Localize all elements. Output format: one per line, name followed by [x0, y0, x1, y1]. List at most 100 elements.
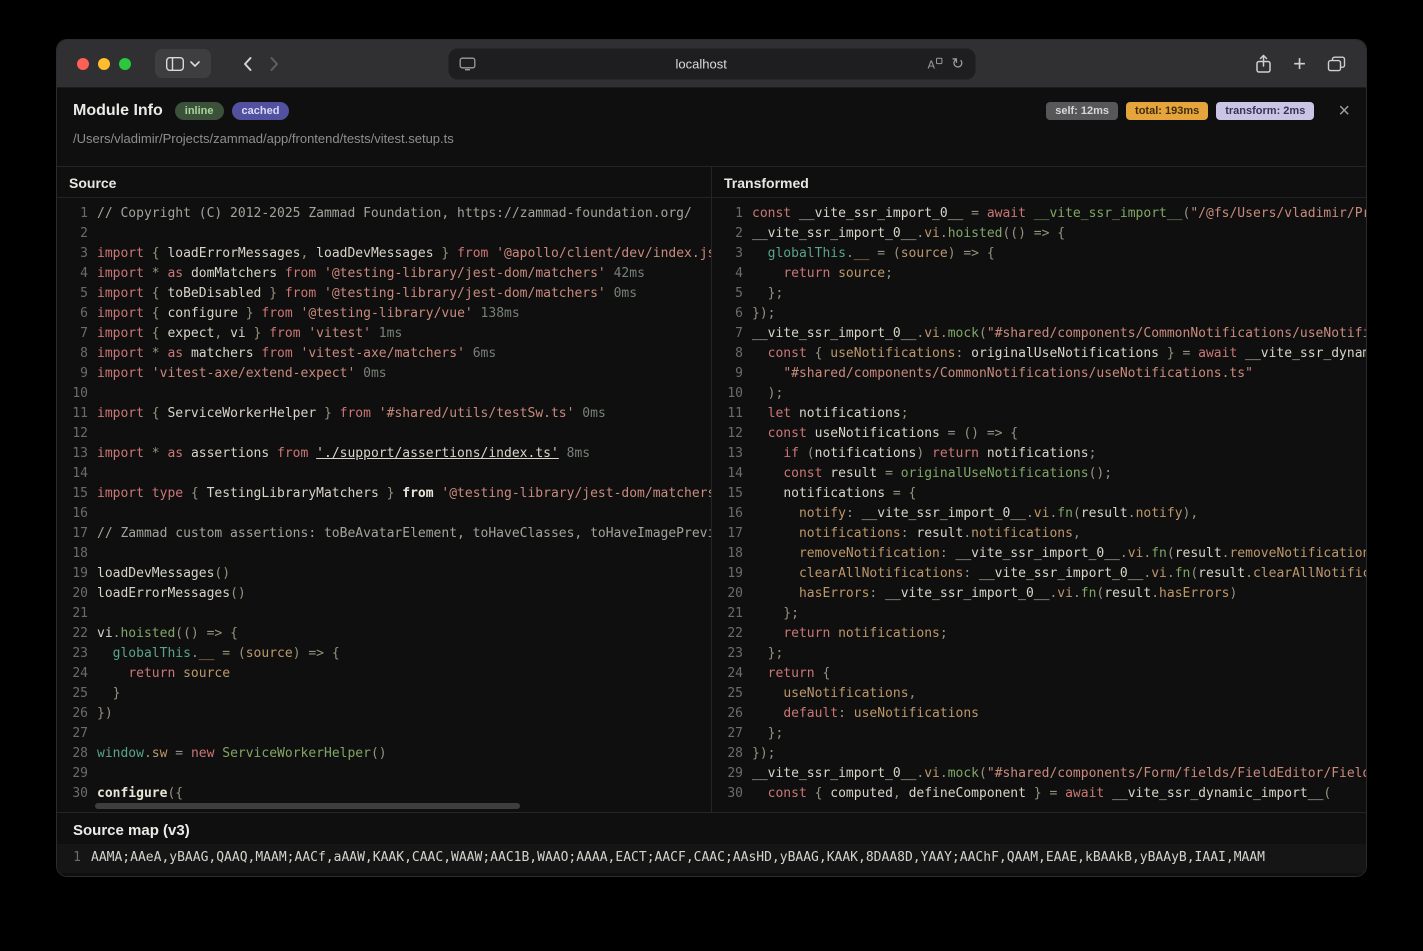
translate-icon[interactable]: A — [927, 57, 943, 70]
code-line: 7 import { expect, vi } from 'vitest' 1ms — [57, 324, 711, 344]
code-line: 10 ); — [712, 384, 1366, 404]
code-line: 22 return notifications; — [712, 624, 1366, 644]
transform-time-badge: transform: 2ms — [1216, 102, 1315, 120]
share-button[interactable] — [1255, 54, 1272, 74]
line-number: 11 — [72, 406, 88, 421]
line-number: 23 — [727, 646, 743, 661]
line-number: 5 — [735, 286, 743, 301]
code-line: 24 return source — [57, 664, 711, 684]
line-number: 22 — [72, 626, 88, 641]
code-line: 30 configure({ — [57, 784, 711, 804]
code-line: 4 import * as domMatchers from '@testing-… — [57, 264, 711, 284]
sourcemap-mapping: AAMA;AAeA,yBAAG,QAAQ,MAAM;AACf,aAAW,KAAK… — [91, 850, 1265, 865]
code-line: 3 import { loadErrorMessages, loadDevMess… — [57, 244, 711, 264]
module-info-header: Module Info inline cached self: 12ms tot… — [57, 88, 1366, 166]
address-bar-actions: A ↻ — [927, 56, 964, 71]
code-line: 11 let notifications; — [712, 404, 1366, 424]
cached-badge: cached — [231, 102, 290, 120]
code-line: 5 }; — [712, 284, 1366, 304]
code-line: 1// Copyright (C) 2012-2025 Zammad Found… — [57, 204, 711, 224]
line-number: 22 — [727, 626, 743, 641]
code-line: 20 loadErrorMessages() — [57, 584, 711, 604]
line-number: 12 — [72, 426, 88, 441]
line-number: 13 — [727, 446, 743, 461]
tab-overview-button[interactable] — [1327, 56, 1346, 72]
back-button[interactable] — [233, 49, 261, 79]
line-number: 29 — [72, 766, 88, 781]
code-line: 18 — [57, 544, 711, 564]
code-line: 18 removeNotification: __vite_ssr_import… — [712, 544, 1366, 564]
address-bar[interactable]: localhost A ↻ — [448, 48, 975, 79]
chevron-left-icon — [242, 56, 252, 72]
code-line: 3 globalThis.__ = (source) => { — [712, 244, 1366, 264]
website-settings-icon[interactable] — [459, 57, 475, 70]
line-number: 14 — [727, 466, 743, 481]
line-number: 15 — [727, 486, 743, 501]
code-line: 8 import * as matchers from 'vitest-axe/m… — [57, 344, 711, 364]
svg-text:A: A — [927, 58, 935, 70]
line-number: 21 — [727, 606, 743, 621]
code-line: 21 }; — [712, 604, 1366, 624]
line-number: 4 — [735, 266, 743, 281]
line-number: 27 — [72, 726, 88, 741]
self-time-badge: self: 12ms — [1046, 102, 1119, 120]
chevron-down-icon — [190, 60, 200, 67]
code-line: 30 const { computed, defineComponent } =… — [712, 784, 1366, 804]
code-line: 14 const result = originalUseNotificatio… — [712, 464, 1366, 484]
file-link[interactable]: './support/assertions/index.ts' — [316, 446, 559, 461]
code-line: 13 import * as assertions from './support… — [57, 444, 711, 464]
page-content: Module Info inline cached self: 12ms tot… — [57, 88, 1366, 876]
page-title: Module Info — [73, 102, 163, 119]
line-number: 18 — [72, 546, 88, 561]
transformed-panel: Transformed 1 const __vite_ssr_import_0__… — [711, 167, 1366, 812]
sidebar-toggle-button[interactable] — [155, 49, 211, 78]
browser-window: localhost A ↻ + Module Info inline cache… — [57, 40, 1366, 876]
line-number: 24 — [727, 666, 743, 681]
line-number: 21 — [72, 606, 88, 621]
code-line: 1 const __vite_ssr_import_0__ = await __v… — [712, 204, 1366, 224]
line-number: 1 — [80, 206, 88, 221]
code-line: 6}); — [712, 304, 1366, 324]
code-line: 9 import 'vitest-axe/extend-expect' 0ms — [57, 364, 711, 384]
close-window-button[interactable] — [77, 57, 89, 70]
new-tab-button[interactable]: + — [1293, 53, 1306, 75]
line-number: 17 — [72, 526, 88, 541]
line-number: 23 — [72, 646, 88, 661]
line-number: 26 — [727, 706, 743, 721]
line-number: 8 — [735, 346, 743, 361]
sourcemap-line: 1 AAMA;AAeA,yBAAG,QAAQ,MAAM;AACf,aAAW,KA… — [57, 844, 1366, 873]
line-number: 3 — [735, 246, 743, 261]
line-number: 28 — [72, 746, 88, 761]
zoom-window-button[interactable] — [119, 57, 131, 70]
line-number: 2 — [80, 226, 88, 241]
browser-toolbar: localhost A ↻ + — [57, 40, 1366, 88]
code-line: 14 — [57, 464, 711, 484]
code-line: 13 if (notifications) return notificatio… — [712, 444, 1366, 464]
line-number: 16 — [72, 506, 88, 521]
close-button[interactable]: × — [1338, 101, 1350, 121]
code-line: 10 — [57, 384, 711, 404]
code-line: 11 import { ServiceWorkerHelper } from '#… — [57, 404, 711, 424]
url-text: localhost — [675, 56, 727, 71]
code-line: 19 clearAllNotifications: __vite_ssr_imp… — [712, 564, 1366, 584]
minimize-window-button[interactable] — [98, 57, 110, 70]
line-number: 27 — [727, 726, 743, 741]
source-panel-title: Source — [57, 167, 711, 198]
code-line: 17 notifications: result.notifications, — [712, 524, 1366, 544]
line-number: 8 — [80, 346, 88, 361]
reload-button[interactable]: ↻ — [951, 56, 964, 71]
inline-badge: inline — [174, 102, 224, 120]
code-line: 28 window.sw = new ServiceWorkerHelper() — [57, 744, 711, 764]
code-line: 7 __vite_ssr_import_0__.vi.mock("#shared/… — [712, 324, 1366, 344]
line-number: 1 — [73, 850, 81, 865]
code-line: 27 }; — [712, 724, 1366, 744]
line-number: 9 — [735, 366, 743, 381]
chevron-right-icon — [270, 56, 280, 72]
forward-button[interactable] — [261, 49, 289, 79]
code-line: 19 loadDevMessages() — [57, 564, 711, 584]
code-line: 29 — [57, 764, 711, 784]
code-line: 27 — [57, 724, 711, 744]
line-number: 26 — [72, 706, 88, 721]
horizontal-scrollbar[interactable] — [95, 803, 520, 809]
line-number: 19 — [727, 566, 743, 581]
